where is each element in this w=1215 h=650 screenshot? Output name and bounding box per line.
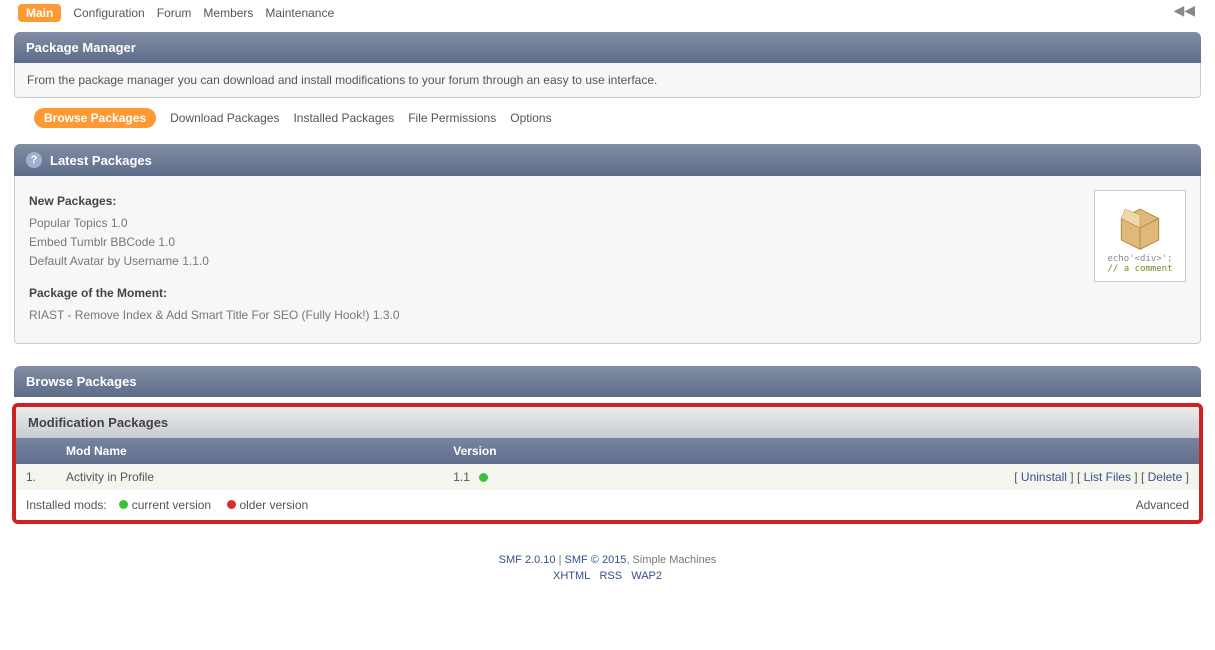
package-moment-heading: Package of the Moment: bbox=[29, 286, 1186, 300]
browse-packages-header: Browse Packages bbox=[14, 366, 1201, 397]
footer-wap2[interactable]: WAP2 bbox=[631, 570, 662, 582]
nav-main[interactable]: Main bbox=[18, 4, 61, 22]
row-version-text: 1.1 bbox=[453, 470, 470, 484]
footer-xhtml[interactable]: XHTML bbox=[553, 570, 590, 582]
latest-packages-title: Latest Packages bbox=[50, 153, 152, 168]
new-package-link[interactable]: Default Avatar by Username 1.1.0 bbox=[29, 252, 1186, 271]
subnav-file-permissions[interactable]: File Permissions bbox=[408, 111, 496, 125]
row-actions: [ Uninstall ] [ List Files ] [ Delete ] bbox=[802, 470, 1189, 484]
modification-packages-section: Modification Packages Mod Name Version 1… bbox=[12, 403, 1203, 524]
col-index bbox=[26, 444, 56, 458]
green-dot-icon bbox=[119, 500, 128, 509]
footer-sep: | bbox=[556, 554, 565, 566]
col-version[interactable]: Version bbox=[453, 444, 802, 458]
legend-older: older version bbox=[239, 498, 308, 512]
package-manager-header: Package Manager bbox=[14, 32, 1201, 63]
row-mod-name[interactable]: Activity in Profile bbox=[56, 470, 453, 484]
box-icon bbox=[1112, 198, 1168, 254]
list-files-link[interactable]: List Files bbox=[1084, 470, 1131, 484]
legend-row: Installed mods: current version older ve… bbox=[16, 490, 1199, 520]
package-manager-title: Package Manager bbox=[26, 40, 136, 55]
legend-prefix: Installed mods: bbox=[26, 498, 107, 512]
subnav-options[interactable]: Options bbox=[510, 111, 551, 125]
subnav: Browse Packages Download Packages Instal… bbox=[10, 98, 1205, 138]
package-box-image: echo'<div>'; // a comment bbox=[1094, 190, 1186, 282]
row-version: 1.1 bbox=[453, 470, 802, 484]
package-moment-link[interactable]: RIAST - Remove Index & Add Smart Title F… bbox=[29, 306, 1186, 325]
new-packages-heading: New Packages: bbox=[29, 194, 1186, 208]
footer-company: , Simple Machines bbox=[626, 554, 716, 566]
modification-packages-title: Modification Packages bbox=[16, 407, 1199, 438]
delete-link[interactable]: Delete bbox=[1148, 470, 1183, 484]
browse-packages-title: Browse Packages bbox=[26, 374, 137, 389]
status-dot-icon bbox=[479, 473, 488, 482]
box-comment-text: // a comment bbox=[1098, 264, 1182, 274]
nav-forum[interactable]: Forum bbox=[157, 6, 192, 20]
nav-maintenance[interactable]: Maintenance bbox=[265, 6, 334, 20]
mod-table-header: Mod Name Version bbox=[16, 438, 1199, 464]
footer-rss[interactable]: RSS bbox=[599, 570, 622, 582]
red-dot-icon bbox=[227, 500, 236, 509]
package-manager-description: From the package manager you can downloa… bbox=[14, 63, 1201, 98]
row-index: 1. bbox=[26, 470, 56, 484]
advanced-link[interactable]: Advanced bbox=[1136, 498, 1189, 512]
footer: SMF 2.0.10 | SMF © 2015, Simple Machines… bbox=[10, 530, 1205, 598]
nav-members[interactable]: Members bbox=[203, 6, 253, 20]
collapse-arrows-icon[interactable]: ◀◀ bbox=[1173, 2, 1195, 19]
new-package-link[interactable]: Popular Topics 1.0 bbox=[29, 214, 1186, 233]
table-row: 1. Activity in Profile 1.1 [ Uninstall ]… bbox=[16, 464, 1199, 490]
box-echo-text: echo'<div>'; bbox=[1098, 254, 1182, 264]
top-nav: Main Configuration Forum Members Mainten… bbox=[10, 0, 1205, 26]
nav-configuration[interactable]: Configuration bbox=[73, 6, 144, 20]
latest-packages-body: New Packages: Popular Topics 1.0 Embed T… bbox=[14, 176, 1201, 344]
col-mod-name[interactable]: Mod Name bbox=[56, 444, 453, 458]
subnav-download-packages[interactable]: Download Packages bbox=[170, 111, 279, 125]
footer-smf-version[interactable]: SMF 2.0.10 bbox=[499, 554, 556, 566]
uninstall-link[interactable]: Uninstall bbox=[1021, 470, 1067, 484]
footer-smf-copyright[interactable]: SMF © 2015 bbox=[565, 554, 627, 566]
help-icon[interactable]: ? bbox=[26, 152, 42, 168]
col-actions bbox=[802, 444, 1189, 458]
subnav-browse-packages[interactable]: Browse Packages bbox=[34, 108, 156, 128]
latest-packages-header: ? Latest Packages bbox=[14, 144, 1201, 176]
subnav-installed-packages[interactable]: Installed Packages bbox=[293, 111, 394, 125]
legend-current: current version bbox=[132, 498, 211, 512]
new-package-link[interactable]: Embed Tumblr BBCode 1.0 bbox=[29, 233, 1186, 252]
